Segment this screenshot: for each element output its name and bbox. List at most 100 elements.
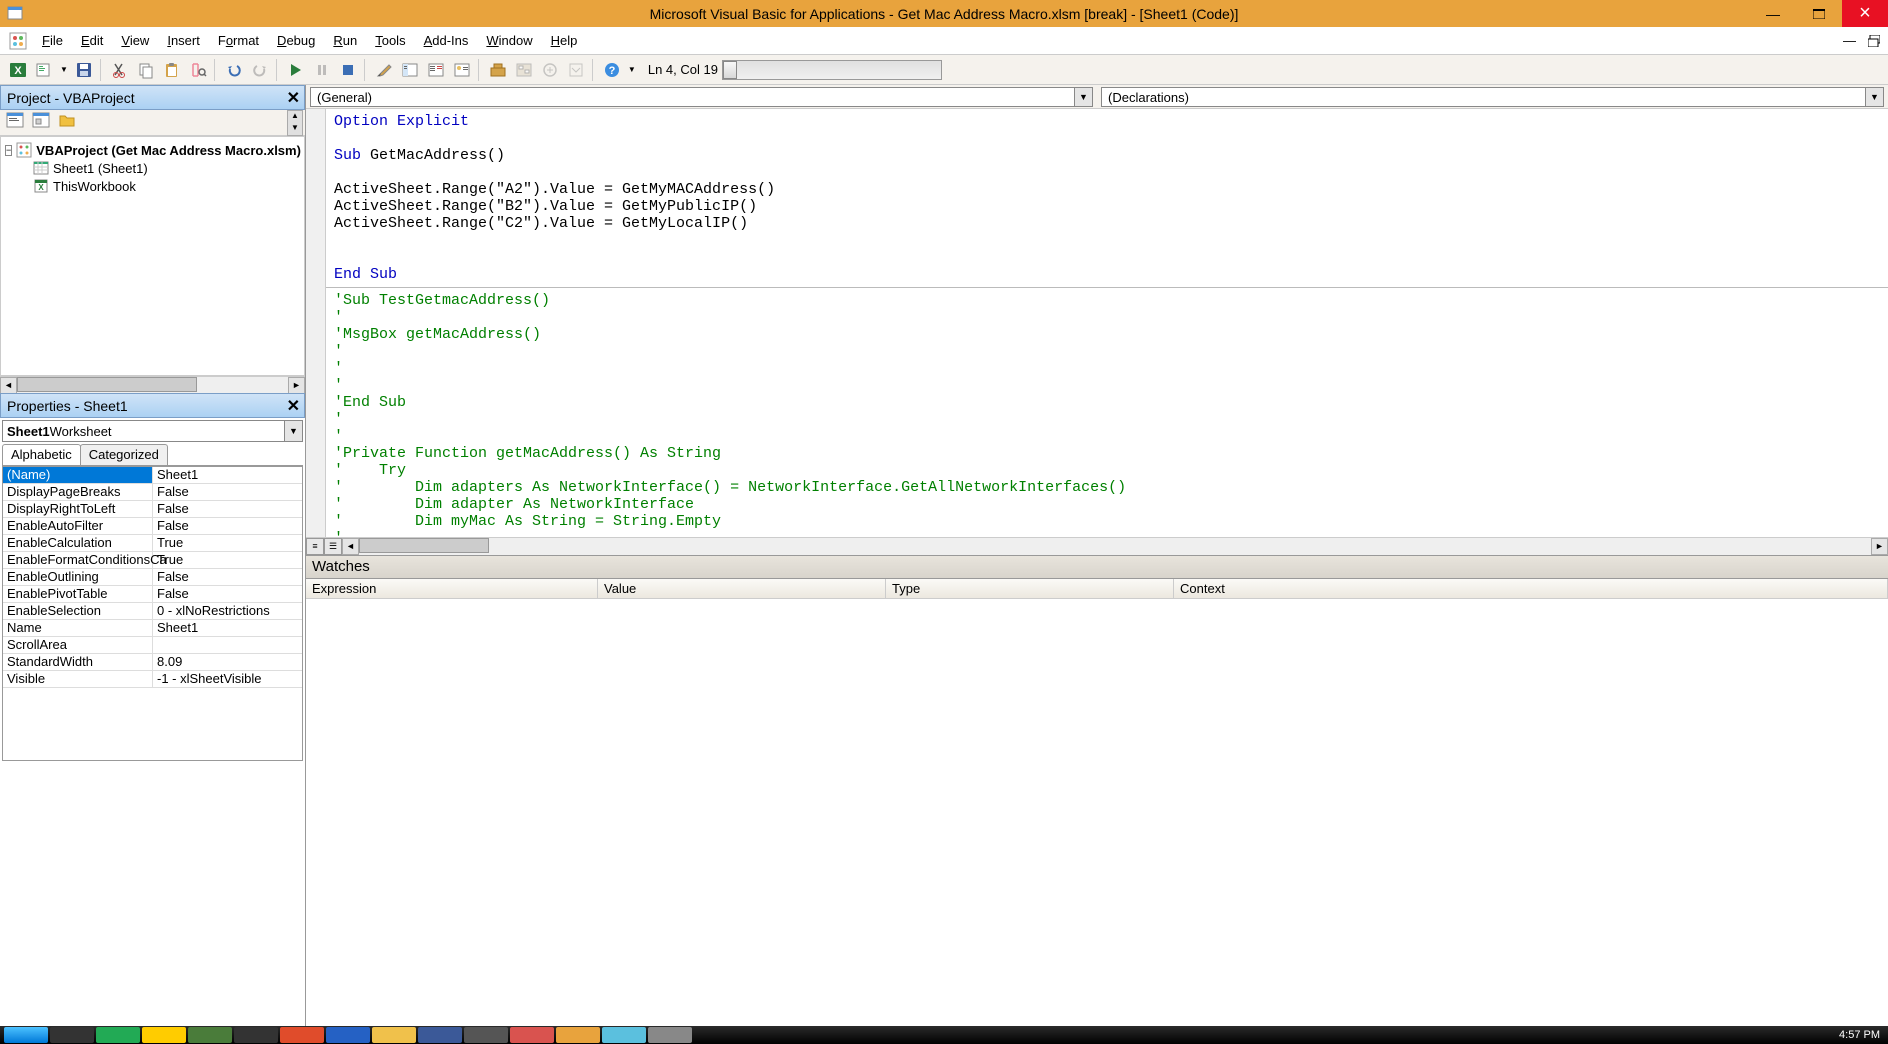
menu-window[interactable]: Window [478,30,540,51]
taskbar-item[interactable] [50,1027,94,1043]
property-value[interactable] [153,637,302,653]
close-button[interactable]: × [1842,0,1888,27]
property-value[interactable]: 0 - xlNoRestrictions [153,603,302,619]
property-value[interactable]: Sheet1 [153,467,302,483]
taskbar-item[interactable] [280,1027,324,1043]
collapse-icon[interactable]: − [5,145,12,156]
properties-grid[interactable]: (Name)Sheet1DisplayPageBreaksFalseDispla… [2,466,303,761]
tab-categorized[interactable]: Categorized [80,444,168,465]
taskbar-item[interactable] [188,1027,232,1043]
properties-panel-close-icon[interactable]: ✕ [287,396,300,416]
property-row[interactable]: (Name)Sheet1 [3,467,302,484]
code-editor[interactable]: Option Explicit Sub GetMacAddress() Acti… [306,109,1888,537]
watches-col-value[interactable]: Value [598,579,886,598]
property-row[interactable]: EnableSelection0 - xlNoRestrictions [3,603,302,620]
menu-format[interactable]: Format [210,30,267,51]
property-value[interactable]: 8.09 [153,654,302,670]
properties-object-selector[interactable]: Sheet1 Worksheet ▼ [2,420,303,442]
property-row[interactable]: EnableOutliningFalse [3,569,302,586]
menu-addins[interactable]: Add-Ins [416,30,477,51]
taskbar-item[interactable] [142,1027,186,1043]
insert-dropdown-icon[interactable]: ▼ [58,65,70,74]
property-row[interactable]: DisplayPageBreaksFalse [3,484,302,501]
start-button[interactable] [4,1027,48,1043]
menu-insert[interactable]: Insert [159,30,208,51]
tab-order-button[interactable] [512,58,536,82]
property-value[interactable]: False [153,569,302,585]
property-value[interactable]: False [153,484,302,500]
dropdown-icon[interactable]: ▼ [1865,88,1883,106]
taskbar-clock[interactable]: 4:57 PM [1839,1029,1884,1041]
menu-debug[interactable]: Debug [269,30,323,51]
insert-module-button[interactable] [32,58,56,82]
taskbar-item[interactable] [648,1027,692,1043]
taskbar-item[interactable] [464,1027,508,1043]
property-value[interactable]: True [153,535,302,551]
property-row[interactable]: StandardWidth8.09 [3,654,302,671]
save-button[interactable] [72,58,96,82]
copy-button[interactable] [134,58,158,82]
tab-alphabetic[interactable]: Alphabetic [2,444,81,465]
property-row[interactable]: DisplayRightToLeftFalse [3,501,302,518]
taskbar[interactable]: 4:57 PM [0,1026,1888,1044]
properties-button[interactable] [424,58,448,82]
code-hscrollbar[interactable]: ◄ ► [342,538,1888,555]
reset-button[interactable] [336,58,360,82]
dropdown-icon[interactable]: ▼ [1074,88,1092,106]
menu-file[interactable]: File [34,30,71,51]
property-value[interactable]: False [153,518,302,534]
menu-view[interactable]: View [113,30,157,51]
full-module-view-button[interactable]: ☰ [324,538,342,555]
break-button[interactable] [310,58,334,82]
property-row[interactable]: NameSheet1 [3,620,302,637]
toggle-folders-button[interactable] [58,112,80,134]
minimize-button[interactable]: — [1750,0,1796,27]
property-row[interactable]: Visible-1 - xlSheetVisible [3,671,302,688]
taskbar-item[interactable] [326,1027,370,1043]
help-button[interactable]: ? [600,58,624,82]
property-row[interactable]: EnableCalculationTrue [3,535,302,552]
view-code-button[interactable] [6,112,28,134]
procedure-dropdown[interactable]: (Declarations) ▼ [1101,87,1884,107]
menu-run[interactable]: Run [325,30,365,51]
dropdown-icon[interactable]: ▼ [284,421,302,441]
project-explorer-button[interactable] [398,58,422,82]
watches-col-context[interactable]: Context [1174,579,1888,598]
zoom-slider[interactable] [722,60,942,80]
redo-button[interactable] [248,58,272,82]
property-value[interactable]: -1 - xlSheetVisible [153,671,302,687]
project-tree[interactable]: − VBAProject (Get Mac Address Macro.xlsm… [0,136,305,376]
code-text[interactable]: Option Explicit Sub GetMacAddress() Acti… [326,109,1888,537]
undo-button[interactable] [222,58,246,82]
design-mode-button[interactable] [372,58,396,82]
property-value[interactable]: False [153,501,302,517]
object-dropdown[interactable]: (General) ▼ [310,87,1093,107]
taskbar-item[interactable] [418,1027,462,1043]
taskbar-item[interactable] [372,1027,416,1043]
property-value[interactable]: False [153,586,302,602]
property-value[interactable]: True [153,552,302,568]
tree-item-sheet1[interactable]: Sheet1 (Sheet1) [5,159,300,177]
macros-button[interactable] [564,58,588,82]
taskbar-item[interactable] [556,1027,600,1043]
taskbar-item[interactable] [96,1027,140,1043]
project-hscrollbar[interactable]: ◄► [0,376,305,393]
tree-root[interactable]: − VBAProject (Get Mac Address Macro.xlsm… [5,141,300,159]
property-row[interactable]: EnablePivotTableFalse [3,586,302,603]
mdi-minimize-icon[interactable]: — [1843,33,1856,48]
references-button[interactable] [538,58,562,82]
watches-col-type[interactable]: Type [886,579,1174,598]
view-excel-button[interactable]: X [6,58,30,82]
property-row[interactable]: EnableAutoFilterFalse [3,518,302,535]
property-value[interactable]: Sheet1 [153,620,302,636]
property-row[interactable]: EnableFormatConditionsCaTrue [3,552,302,569]
maximize-button[interactable] [1796,0,1842,27]
object-browser-button[interactable] [450,58,474,82]
menu-tools[interactable]: Tools [367,30,413,51]
find-button[interactable] [186,58,210,82]
run-button[interactable] [284,58,308,82]
taskbar-item[interactable] [510,1027,554,1043]
property-row[interactable]: ScrollArea [3,637,302,654]
toolbox-button[interactable] [486,58,510,82]
view-object-button[interactable] [32,112,54,134]
